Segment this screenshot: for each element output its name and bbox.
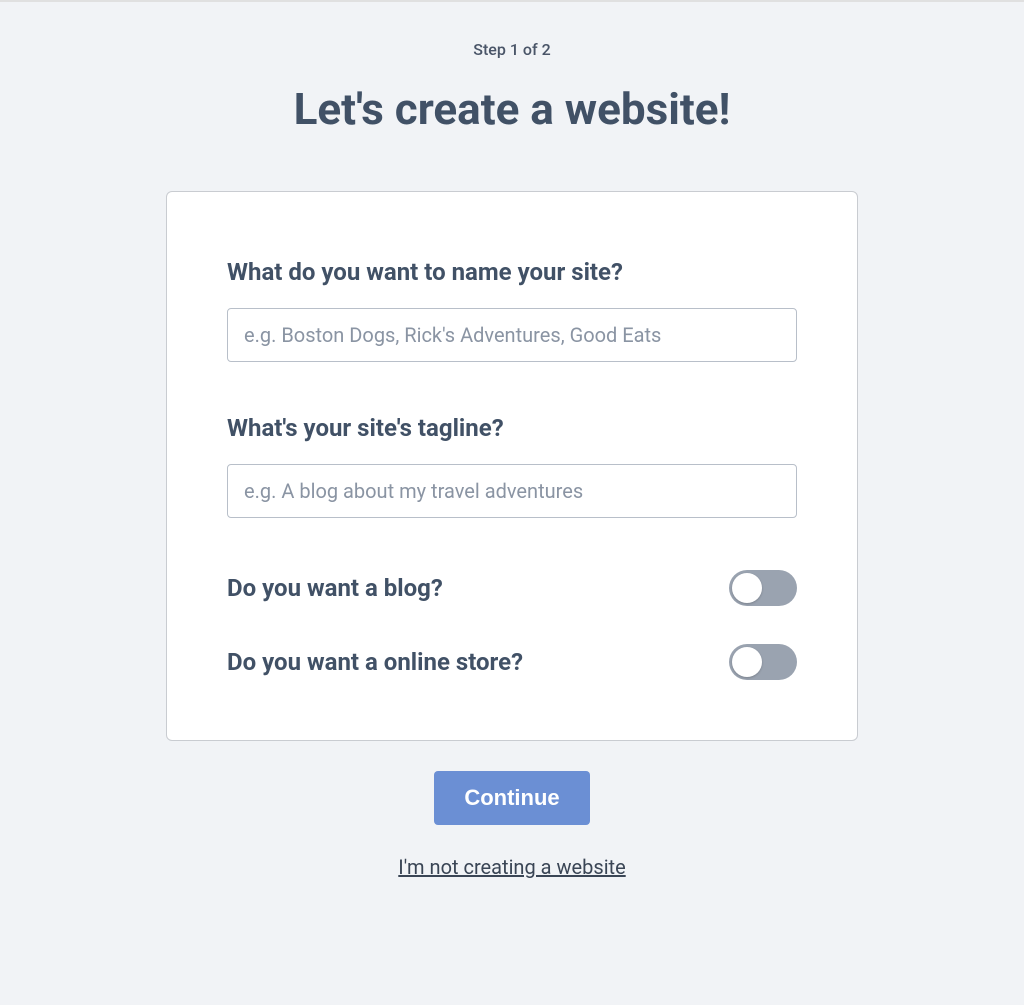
toggle-knob-icon	[732, 573, 762, 603]
site-name-group: What do you want to name your site?	[227, 258, 797, 362]
continue-button[interactable]: Continue	[434, 771, 589, 825]
tagline-group: What's your site's tagline?	[227, 414, 797, 518]
tagline-input[interactable]	[227, 464, 797, 518]
blog-toggle-row: Do you want a blog?	[227, 570, 797, 606]
store-toggle-label: Do you want a online store?	[227, 648, 523, 676]
step-indicator: Step 1 of 2	[473, 40, 550, 59]
page-container: Step 1 of 2 Let's create a website! What…	[0, 2, 1024, 879]
blog-toggle-label: Do you want a blog?	[227, 574, 443, 602]
actions: Continue I'm not creating a website	[398, 771, 625, 879]
toggle-knob-icon	[732, 647, 762, 677]
site-name-input[interactable]	[227, 308, 797, 362]
skip-link[interactable]: I'm not creating a website	[398, 855, 625, 879]
site-name-label: What do you want to name your site?	[227, 258, 797, 286]
form-card: What do you want to name your site? What…	[166, 191, 858, 741]
tagline-label: What's your site's tagline?	[227, 414, 797, 442]
page-title: Let's create a website!	[294, 83, 731, 135]
store-toggle[interactable]	[729, 644, 797, 680]
store-toggle-row: Do you want a online store?	[227, 644, 797, 680]
blog-toggle[interactable]	[729, 570, 797, 606]
